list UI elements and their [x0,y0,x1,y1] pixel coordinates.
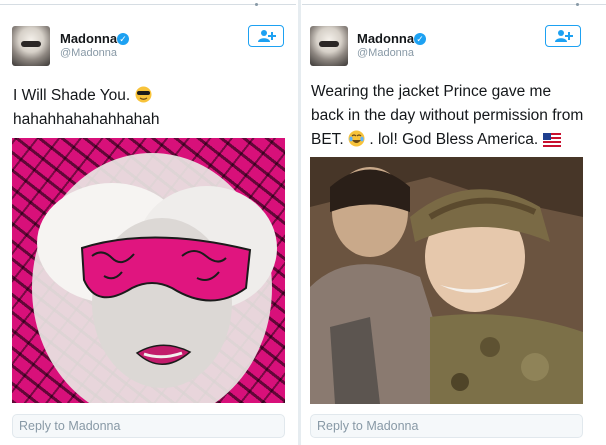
follow-user-icon [555,30,573,42]
tweet-text-line: I Will Shade You. [13,87,131,104]
us-flag-emoji-icon [542,133,561,147]
photo-portrait-image [32,153,277,403]
photo-couple-image [310,157,583,404]
follow-user-icon [258,30,276,42]
reply-input[interactable]: Reply to Madonna [310,414,583,438]
tweet-photo[interactable] [310,157,583,404]
follow-button[interactable] [248,25,284,47]
tweet-text-line: Wearing the jacket Prince gave me [311,83,552,100]
tweet-card-right: Madonna ✓ @Madonna Wearing the jacket Pr… [302,0,606,445]
tweet-text-line: back in the day without permission from [311,107,584,124]
author-name[interactable]: Madonna [60,31,117,46]
tweet-text-line: BET. [311,131,344,148]
author-name[interactable]: Madonna [357,31,414,46]
avatar[interactable] [310,26,348,66]
author-handle[interactable]: @Madonna [60,47,117,59]
tweet-text: I Will Shade You. hahahhahahahhahah [13,84,160,132]
tweet-photo[interactable] [12,138,285,403]
tweet-card-left: Madonna ✓ @Madonna I Will Shade You. hah… [0,0,297,445]
author-handle[interactable]: @Madonna [357,47,414,59]
tweet-text: Wearing the jacket Prince gave me back i… [311,80,583,152]
verified-badge-icon: ✓ [117,33,129,45]
verified-badge-icon: ✓ [414,33,426,45]
avatar[interactable] [12,26,50,66]
panel-divider [298,0,301,445]
tweet-text-line: . lol! God Bless America. [369,131,539,148]
tweet-text-line: hahahhahahahhahah [13,111,160,128]
tears-of-joy-emoji-icon [348,130,365,147]
sunglasses-emoji-icon [135,86,152,103]
reply-input[interactable]: Reply to Madonna [12,414,285,438]
follow-button[interactable] [545,25,581,47]
